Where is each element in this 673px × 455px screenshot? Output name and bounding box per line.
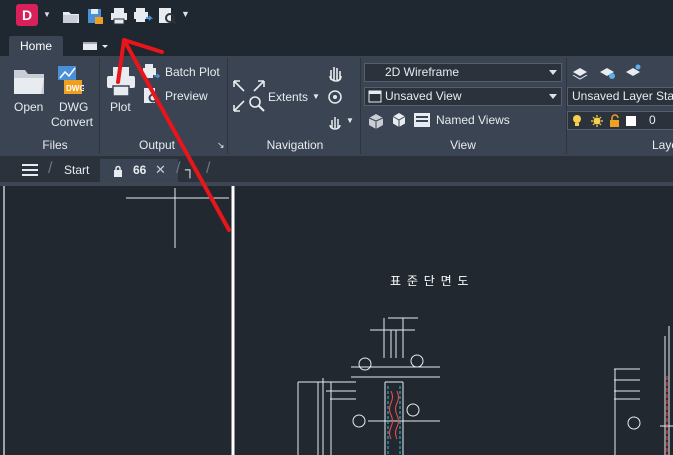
new-tab-icon[interactable]: ┐ [185, 161, 195, 177]
open-folder-icon[interactable] [61, 6, 81, 26]
pan-hand-icon[interactable] [326, 64, 344, 82]
visual-style-dropdown[interactable]: 2D Wireframe [364, 63, 562, 82]
tab-divider: / [206, 160, 211, 177]
save-as-icon[interactable] [85, 6, 105, 26]
output-panel-title: Output [138, 138, 176, 152]
panel-separator [99, 58, 100, 154]
ribbon: Open DWG DWG Convert Files Plot Batch Pl… [0, 56, 673, 156]
batch-plot-button-label[interactable]: Batch Plot [165, 65, 220, 79]
zoom-extents-icon[interactable] [231, 78, 267, 114]
layer-dropdown[interactable]: 0 [567, 111, 673, 130]
navigation-panel-title: Navigation [266, 138, 324, 152]
extents-button-label[interactable]: Extents [268, 90, 308, 104]
drawing-geometry [3, 186, 673, 455]
plot-icon[interactable] [109, 6, 129, 26]
plot-button-label[interactable]: Plot [110, 100, 131, 114]
layer-value: 0 [649, 113, 656, 127]
chevron-down-icon [549, 70, 557, 75]
dwg-convert-label-line1[interactable]: DWG [59, 100, 88, 114]
ribbon-tab-bar: Home [0, 34, 673, 56]
named-view-value: Unsaved View [385, 89, 462, 103]
open-folder-icon[interactable] [12, 66, 46, 96]
panel-expand-icon[interactable]: ↘ [217, 140, 225, 151]
layer-state-value: Unsaved Layer Stat [572, 89, 673, 103]
lock-icon [114, 165, 122, 177]
drawing-title-text: 표 준 단 면 도 [390, 274, 470, 288]
view-panel-title: View [450, 138, 476, 152]
tab-divider: / [48, 160, 53, 177]
workspace-switch-icon[interactable] [82, 39, 112, 53]
named-views-icon[interactable] [413, 112, 431, 128]
tab-divider: / [176, 160, 181, 177]
svg-text:DWG: DWG [66, 84, 84, 93]
view-cube-icon[interactable] [367, 112, 385, 130]
named-views-button-label[interactable]: Named Views [436, 113, 510, 127]
document-tab-bar: / Start 66 ✕ / ┐ / [0, 156, 673, 184]
drawing-canvas[interactable]: 표 준 단 면 도 [0, 186, 673, 455]
cad-application-window: D ▼ ▼ Home Open DWG DWG Convert Files Pl… [0, 0, 673, 455]
batch-plot-icon[interactable] [133, 6, 153, 26]
nav-tools-dropdown-icon[interactable]: ▼ [346, 116, 354, 125]
layer-freeze-icon[interactable] [598, 64, 616, 80]
quick-access-toolbar: D ▼ ▼ [0, 0, 673, 34]
open-button-label[interactable]: Open [14, 100, 43, 114]
panel-separator [566, 58, 567, 154]
preview-icon[interactable] [142, 87, 160, 105]
layer-state-dropdown[interactable]: Unsaved Layer Stat [567, 87, 673, 106]
panel-separator [227, 58, 228, 154]
close-icon[interactable]: ✕ [155, 162, 166, 178]
layer-isolate-icon[interactable] [624, 64, 642, 80]
app-menu-dropdown-icon[interactable]: ▼ [43, 10, 51, 19]
navigation-wheel-icon[interactable] [326, 112, 344, 130]
hamburger-menu-icon[interactable] [22, 164, 38, 176]
app-menu-button[interactable]: D [16, 4, 38, 26]
print-preview-icon[interactable] [157, 6, 177, 26]
visual-style-3d-icon[interactable] [391, 112, 407, 128]
named-view-dropdown[interactable]: Unsaved View [364, 87, 562, 106]
batch-plot-icon[interactable] [142, 63, 160, 81]
layers-panel-title: Laye [652, 138, 673, 152]
layer-properties-icon[interactable] [571, 64, 589, 80]
orbit-icon[interactable] [326, 88, 344, 106]
tab-start[interactable]: Start [64, 163, 89, 177]
panel-separator [360, 58, 361, 154]
view-icon [368, 90, 382, 103]
plot-icon[interactable] [104, 64, 138, 98]
tab-active-drawing[interactable]: 66 ✕ [100, 159, 178, 184]
extents-dropdown-icon[interactable]: ▼ [312, 92, 320, 101]
files-panel-title: Files [42, 138, 68, 152]
preview-button-label[interactable]: Preview [165, 89, 208, 103]
dwg-convert-icon[interactable]: DWG [56, 64, 84, 98]
tab-home[interactable]: Home [9, 36, 63, 56]
chevron-down-icon [549, 94, 557, 99]
visual-style-value: 2D Wireframe [385, 65, 460, 79]
dwg-convert-label-line2[interactable]: Convert [51, 115, 93, 129]
active-tab-label: 66 [133, 163, 147, 177]
customize-toolbar-dropdown-icon[interactable]: ▼ [181, 9, 190, 19]
layer-status-icons [573, 114, 636, 127]
